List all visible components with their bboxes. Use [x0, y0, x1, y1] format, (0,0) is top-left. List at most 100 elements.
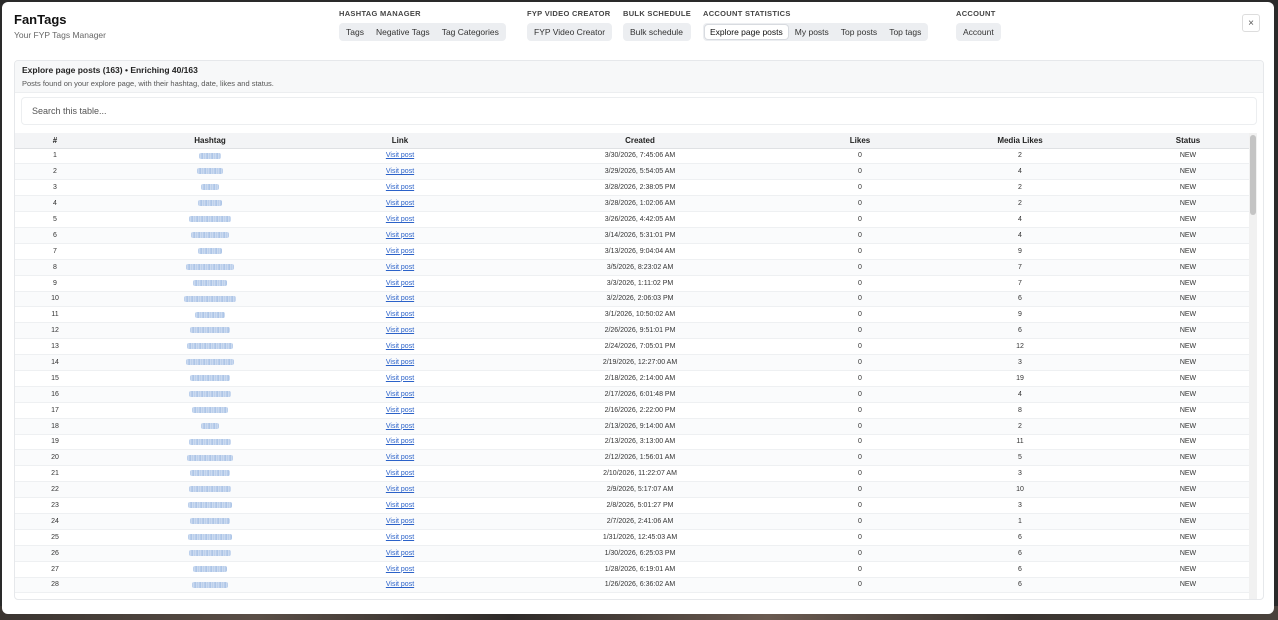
row-link-cell: Visit post	[325, 259, 475, 276]
table-row: 25 Visit post 1/31/2026, 12:45:03 AM 0 6 NEW	[15, 529, 1251, 546]
row-link-cell: Visit post	[325, 418, 475, 435]
redacted-hashtag	[190, 470, 230, 477]
row-media-likes: 10	[915, 481, 1125, 499]
column-header-index[interactable]: #	[15, 133, 95, 149]
row-status: NEW	[1125, 227, 1251, 244]
visit-post-link[interactable]: Visit post	[386, 184, 414, 191]
row-status: NEW	[1125, 322, 1251, 340]
row-likes: 0	[805, 465, 915, 483]
row-index: 12	[15, 322, 95, 340]
scrollbar-thumb[interactable]	[1250, 135, 1256, 215]
visit-post-link[interactable]: Visit post	[386, 486, 414, 493]
row-status: NEW	[1125, 402, 1251, 419]
visit-post-link[interactable]: Visit post	[386, 581, 414, 588]
visit-post-link[interactable]: Visit post	[386, 423, 414, 430]
row-index: 5	[15, 211, 95, 228]
visit-post-link[interactable]: Visit post	[386, 343, 414, 350]
nav-my-posts-button[interactable]: My posts	[790, 25, 834, 39]
nav-negative-tags-button[interactable]: Negative Tags	[371, 25, 435, 39]
nav-bulk-schedule-button[interactable]: Bulk schedule	[625, 25, 688, 39]
table-scrollbar[interactable]	[1249, 133, 1257, 599]
nav-top-tags-button[interactable]: Top tags	[884, 25, 926, 39]
nav-tag-categories-button[interactable]: Tag Categories	[437, 25, 504, 39]
row-index: 2	[15, 163, 95, 181]
row-media-likes: 2	[915, 195, 1125, 213]
column-header-media-likes[interactable]: Media Likes	[915, 133, 1125, 149]
nav-group-fyp-video-creator: FYP VIDEO CREATOR FYP Video Creator	[527, 9, 613, 41]
row-status: NEW	[1125, 529, 1251, 546]
row-index: 11	[15, 306, 95, 324]
row-status: NEW	[1125, 338, 1251, 356]
column-header-hashtag[interactable]: Hashtag	[95, 133, 325, 149]
visit-post-link[interactable]: Visit post	[386, 375, 414, 382]
table-row: 9 Visit post 3/3/2026, 1:11:02 PM 0 7 NEW	[15, 275, 1251, 292]
table-search-input[interactable]	[21, 97, 1257, 125]
visit-post-link[interactable]: Visit post	[386, 327, 414, 334]
row-index: 22	[15, 481, 95, 499]
table-container[interactable]: # Hashtag Link Created Likes Media Likes…	[15, 133, 1251, 599]
visit-post-link[interactable]: Visit post	[386, 566, 414, 573]
nav-explore-page-posts-button[interactable]: Explore page posts	[705, 25, 788, 39]
visit-post-link[interactable]: Visit post	[386, 550, 414, 557]
row-media-likes: 11	[915, 434, 1125, 451]
column-header-link[interactable]: Link	[325, 133, 475, 149]
visit-post-link[interactable]: Visit post	[386, 152, 414, 159]
visit-post-link[interactable]: Visit post	[386, 295, 414, 302]
row-index: 8	[15, 259, 95, 276]
row-media-likes: 6	[915, 577, 1125, 594]
column-header-likes[interactable]: Likes	[805, 133, 915, 149]
row-hashtag	[95, 386, 325, 403]
visit-post-link[interactable]: Visit post	[386, 280, 414, 287]
visit-post-link[interactable]: Visit post	[386, 232, 414, 239]
visit-post-link[interactable]: Visit post	[386, 264, 414, 271]
nav-account-button[interactable]: Account	[958, 25, 999, 39]
row-hashtag	[95, 259, 325, 276]
visit-post-link[interactable]: Visit post	[386, 502, 414, 509]
row-media-likes: 4	[915, 163, 1125, 181]
nav-group-label: ACCOUNT	[956, 9, 996, 18]
row-created: 1/31/2026, 12:45:03 AM	[475, 529, 805, 546]
row-link-cell: Visit post	[325, 291, 475, 308]
row-media-likes: 7	[915, 259, 1125, 276]
app-subtitle: Your FYP Tags Manager	[14, 30, 106, 40]
row-created: 1/26/2026, 6:36:02 AM	[475, 577, 805, 594]
column-header-status[interactable]: Status	[1125, 133, 1251, 149]
visit-post-link[interactable]: Visit post	[386, 407, 414, 414]
table-row: 3 Visit post 3/28/2026, 2:38:05 PM 0 2 NEW	[15, 179, 1251, 197]
row-likes: 0	[805, 497, 915, 514]
visit-post-link[interactable]: Visit post	[386, 518, 414, 525]
row-status: NEW	[1125, 513, 1251, 530]
row-index: 27	[15, 561, 95, 578]
row-likes: 0	[805, 275, 915, 292]
row-created: 2/19/2026, 12:27:00 AM	[475, 354, 805, 371]
row-index: 3	[15, 179, 95, 197]
brand: FanTags Your FYP Tags Manager	[14, 12, 106, 40]
visit-post-link[interactable]: Visit post	[386, 216, 414, 223]
visit-post-link[interactable]: Visit post	[386, 470, 414, 477]
visit-post-link[interactable]: Visit post	[386, 391, 414, 398]
nav-top-posts-button[interactable]: Top posts	[836, 25, 882, 39]
row-likes: 0	[805, 577, 915, 594]
visit-post-link[interactable]: Visit post	[386, 534, 414, 541]
row-link-cell: Visit post	[325, 322, 475, 340]
visit-post-link[interactable]: Visit post	[386, 359, 414, 366]
row-link-cell: Visit post	[325, 513, 475, 530]
nav-tags-button[interactable]: Tags	[341, 25, 369, 39]
nav-fyp-video-creator-button[interactable]: FYP Video Creator	[529, 25, 610, 39]
visit-post-link[interactable]: Visit post	[386, 438, 414, 445]
close-button[interactable]: ×	[1242, 14, 1260, 32]
row-index: 28	[15, 577, 95, 594]
visit-post-link[interactable]: Visit post	[386, 311, 414, 318]
visit-post-link[interactable]: Visit post	[386, 168, 414, 175]
row-likes: 0	[805, 545, 915, 562]
row-index: 24	[15, 513, 95, 530]
redacted-hashtag	[190, 327, 230, 334]
table-row: 5 Visit post 3/26/2026, 4:42:05 AM 0 4 NEW	[15, 211, 1251, 228]
visit-post-link[interactable]: Visit post	[386, 248, 414, 255]
row-media-likes: 6	[915, 561, 1125, 578]
visit-post-link[interactable]: Visit post	[386, 200, 414, 207]
visit-post-link[interactable]: Visit post	[386, 454, 414, 461]
row-link-cell: Visit post	[325, 163, 475, 181]
column-header-created[interactable]: Created	[475, 133, 805, 149]
row-link-cell: Visit post	[325, 545, 475, 562]
